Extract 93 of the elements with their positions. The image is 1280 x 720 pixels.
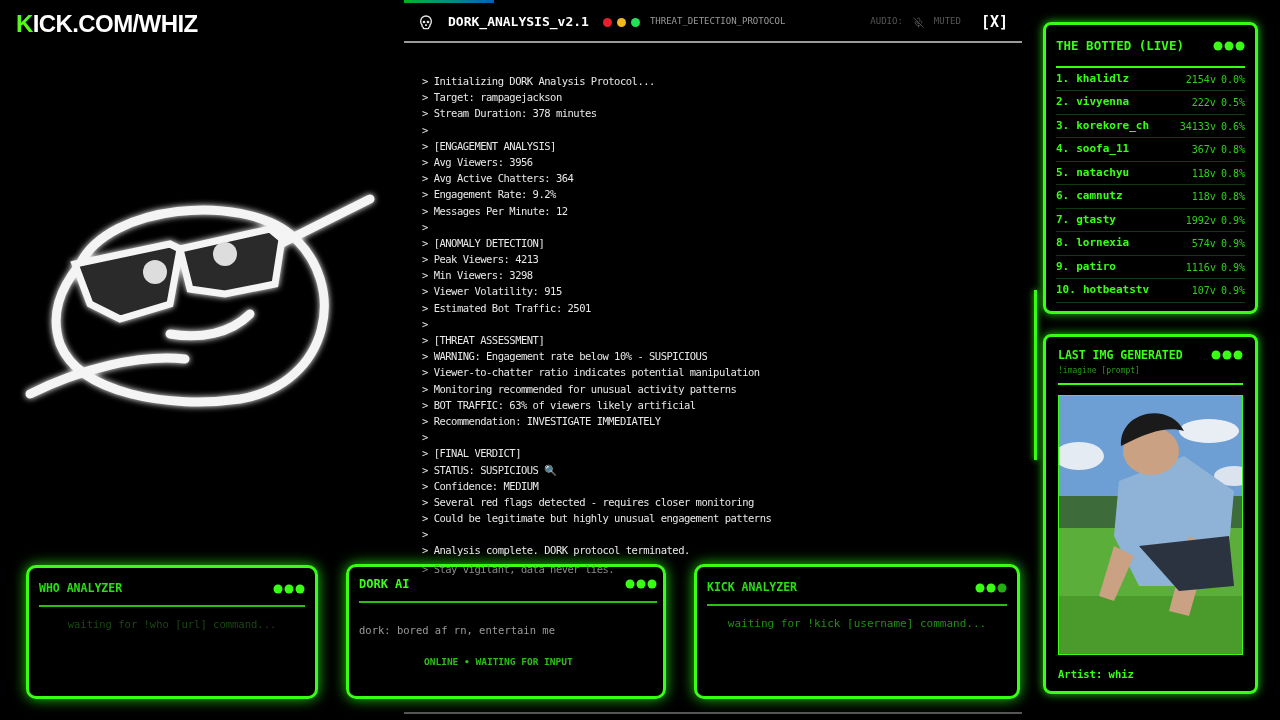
bot-percent: 0.5% bbox=[1220, 96, 1245, 110]
terminal-line: > Messages Per Minute: 12 bbox=[422, 203, 568, 219]
terminal-line: > [THREAT ASSESSMENT] bbox=[422, 333, 545, 348]
viewer-count: 574v bbox=[1191, 237, 1216, 251]
terminal-line: > Peak Viewers: 4213 bbox=[422, 252, 539, 268]
terminal-line: > bbox=[422, 122, 428, 138]
dots-icon bbox=[1213, 41, 1245, 52]
terminal-line: > Recommendation: INVESTIGATE IMMEDIATELY bbox=[422, 413, 661, 429]
terminal-line: > [ENGAGEMENT ANALYSIS] bbox=[422, 138, 556, 154]
rank: 2. bbox=[1056, 94, 1070, 111]
bot-percent: 0.9% bbox=[1220, 237, 1245, 251]
streamer-name: khalidlz bbox=[1076, 70, 1130, 87]
streamer-name: korekore_ch bbox=[1076, 117, 1150, 134]
terminal-line: > [FINAL VERDICT] bbox=[422, 446, 521, 462]
terminal-line: > bbox=[422, 219, 428, 235]
terminal-line: > bbox=[422, 430, 428, 446]
waiting-message: waiting for !who [url] command... bbox=[66, 617, 278, 633]
dots-icon bbox=[273, 583, 305, 594]
waiting-message: waiting for !kick [username] command... bbox=[726, 616, 988, 633]
viewer-count: 222v bbox=[1191, 96, 1216, 110]
terminal-line: > Confidence: MEDIUM bbox=[422, 478, 539, 494]
terminal-line: > bbox=[422, 527, 428, 543]
bot-percent: 0.9% bbox=[1220, 260, 1245, 275]
terminal-line: > Could be legitimate but highly unusual engagement patterns bbox=[422, 511, 772, 527]
terminal-line: > Viewer-to-chatter ratio indicates potential manipulation bbox=[422, 365, 760, 381]
command-hint: !imagine [prompt] bbox=[1058, 365, 1141, 377]
streamer-name: soofa_11 bbox=[1076, 141, 1130, 158]
terminal-line: > Engagement Rate: 9.2% bbox=[422, 187, 556, 203]
terminal-line: > Stream Duration: 378 minutes bbox=[422, 106, 597, 122]
dots-icon bbox=[975, 582, 1007, 593]
dots-icon bbox=[1211, 350, 1243, 361]
streamer-name: hotbeatstv bbox=[1082, 282, 1150, 299]
terminal-line: > [ANOMALY DETECTION] bbox=[422, 235, 545, 251]
bot-percent: 0.9% bbox=[1220, 213, 1245, 228]
viewer-count: 107v bbox=[1191, 284, 1216, 298]
window-title: DORK_ANALYSIS_v2.1 bbox=[448, 13, 589, 32]
protocol-label: THREAT_DETECTION_PROTOCOL bbox=[649, 15, 786, 29]
bot-percent: 0.9% bbox=[1220, 284, 1245, 298]
viewer-count: 1116v bbox=[1185, 260, 1216, 275]
panel-title: THE BOTTED (LIVE) bbox=[1056, 37, 1184, 55]
audio-label: AUDIO: bbox=[870, 15, 903, 29]
streamer-name: lornexia bbox=[1076, 235, 1130, 252]
audio-state: MUTED bbox=[933, 15, 961, 29]
rank: 9. bbox=[1056, 258, 1070, 275]
terminal-line: > Target: rampagejackson bbox=[422, 90, 562, 106]
bot-percent: 0.6% bbox=[1220, 119, 1245, 134]
viewer-count: 118v bbox=[1191, 166, 1216, 181]
terminal-line: > STATUS: SUSPICIOUS 🔍 bbox=[422, 462, 557, 478]
rank: 3. bbox=[1056, 117, 1070, 134]
terminal-line: > Analysis complete. DORK protocol terminated. bbox=[422, 543, 690, 559]
viewer-count: 1992v bbox=[1185, 213, 1216, 228]
streamer-name: patiro bbox=[1076, 258, 1116, 275]
artist-credit: Artist: whiz bbox=[1058, 667, 1135, 682]
rank: 7. bbox=[1056, 211, 1070, 228]
terminal-line: > Estimated Bot Traffic: 2501 bbox=[422, 300, 591, 316]
viewer-count: 367v bbox=[1191, 143, 1216, 157]
terminal-line: > Min Viewers: 3298 bbox=[422, 268, 533, 284]
chat-message: dork: bored af rn, entertain me bbox=[359, 623, 556, 638]
terminal-line: > Monitoring recommended for unusual activity patterns bbox=[422, 381, 737, 397]
rank: 8. bbox=[1056, 235, 1070, 252]
rank: 4. bbox=[1056, 141, 1070, 158]
logo: KICK.COM/WHIZ bbox=[16, 12, 198, 36]
bot-percent: 0.8% bbox=[1220, 190, 1245, 204]
streamer-name: gtasty bbox=[1076, 211, 1116, 228]
panel-title: KICK ANALYZER bbox=[707, 579, 797, 596]
rank: 10. bbox=[1056, 282, 1076, 299]
rank: 6. bbox=[1056, 188, 1070, 205]
bot-percent: 0.8% bbox=[1220, 166, 1245, 181]
terminal-line: > Initializing DORK Analysis Protocol... bbox=[422, 74, 655, 89]
viewer-count: 118v bbox=[1191, 190, 1216, 204]
bot-percent: 0.0% bbox=[1220, 72, 1245, 87]
panel-title: WHO ANALYZER bbox=[39, 580, 123, 597]
terminal-line: > Viewer Volatility: 915 bbox=[422, 284, 562, 300]
terminal-line: > BOT TRAFFIC: 63% of viewers likely artificial bbox=[422, 397, 696, 413]
rank: 1. bbox=[1056, 70, 1070, 87]
skull-icon bbox=[418, 14, 434, 30]
status-text: ONLINE • WAITING FOR INPUT bbox=[424, 654, 574, 669]
viewer-count: 34133v bbox=[1179, 119, 1216, 134]
panel-title: DORK AI bbox=[359, 576, 410, 593]
terminal-line: > WARNING: Engagement rate below 10% - SUSPICIOUS bbox=[422, 349, 708, 365]
streamer-name: natachyu bbox=[1076, 164, 1130, 181]
viewer-count: 2154v bbox=[1185, 72, 1216, 87]
terminal-line: > Avg Viewers: 3956 bbox=[422, 154, 533, 170]
bot-percent: 0.8% bbox=[1220, 143, 1245, 157]
streamer-name: camnutz bbox=[1076, 188, 1123, 205]
terminal-line: > bbox=[422, 316, 428, 332]
streamer-name: vivyenna bbox=[1076, 94, 1130, 111]
terminal-line: > Several red flags detected - requires closer monitoring bbox=[422, 494, 754, 510]
terminal-line: > Avg Active Chatters: 364 bbox=[422, 171, 574, 187]
rank: 5. bbox=[1056, 164, 1070, 181]
close-button[interactable]: [X] bbox=[980, 10, 1008, 34]
panel-title: LAST IMG GENERATED bbox=[1058, 346, 1183, 364]
dots-icon bbox=[625, 579, 657, 589]
